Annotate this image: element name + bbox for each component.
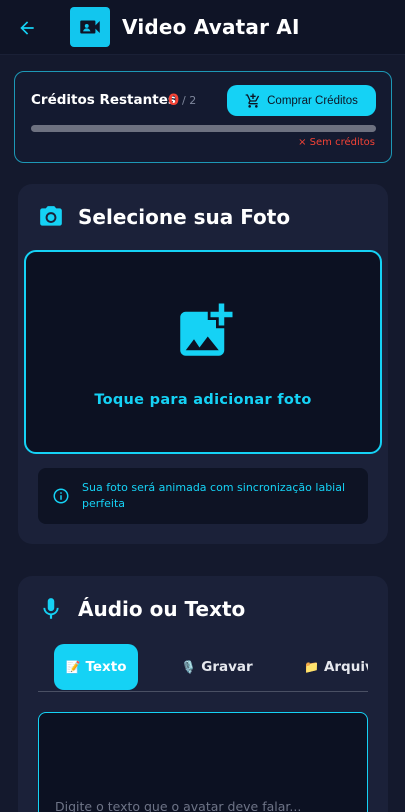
studio-microphone-icon: 🎙️	[181, 660, 197, 674]
audio-input-tabs: 📝 Texto 🎙️ Gravar 📁 Arquivo	[38, 644, 368, 692]
photo-info-text: Sua foto será animada com sincronização …	[82, 481, 346, 510]
microphone-icon	[43, 598, 59, 619]
tab-arquivo[interactable]: 📁 Arquivo	[300, 644, 368, 690]
photo-section-title: Selecione sua Foto	[78, 205, 291, 229]
photo-dropzone[interactable]: Toque para adicionar foto	[24, 250, 382, 454]
buy-credits-label: Comprar Créditos	[267, 94, 358, 107]
back-button[interactable]	[14, 15, 40, 41]
dropzone-label: Toque para adicionar foto	[94, 392, 312, 408]
credits-remaining: 0	[168, 90, 180, 109]
no-credits-status: × Sem créditos	[298, 137, 375, 148]
photo-info-box: Sua foto será animada com sincronização …	[38, 468, 368, 524]
audio-section: Áudio ou Texto 📝 Texto 🎙️ Gravar 📁 Arqui…	[18, 576, 388, 812]
buy-credits-button[interactable]: Comprar Créditos	[227, 85, 376, 116]
photo-section-header: Selecione sua Foto	[38, 204, 290, 230]
audio-section-title: Áudio ou Texto	[78, 597, 246, 621]
info-icon	[53, 488, 69, 504]
avatar-text-input[interactable]: Digite o texto que o avatar deve falar..…	[38, 712, 368, 812]
memo-icon: 📝	[65, 660, 81, 674]
credits-progress-bar	[31, 125, 376, 132]
videocam-icon	[80, 20, 100, 34]
camera-icon	[40, 206, 62, 226]
app-title: Video Avatar AI	[122, 15, 300, 39]
audio-section-header: Áudio ou Texto	[38, 596, 245, 622]
credits-label: Créditos Restantes	[31, 92, 176, 108]
app-logo	[70, 7, 110, 47]
credits-total: / 2	[182, 94, 197, 107]
tab-label: Texto	[85, 659, 127, 675]
tab-gravar[interactable]: 🎙️ Gravar	[172, 644, 262, 690]
tab-label: Gravar	[201, 659, 253, 675]
folder-icon: 📁	[304, 660, 319, 674]
app-bar: Video Avatar AI	[0, 0, 405, 55]
text-input-placeholder: Digite o texto que o avatar deve falar..…	[55, 799, 302, 812]
arrow-left-icon	[20, 21, 34, 35]
tab-label: Arquivo	[323, 659, 368, 675]
photo-section: Selecione sua Foto Toque para adicionar …	[18, 184, 388, 544]
cart-add-icon	[245, 93, 260, 108]
add-photo-icon	[180, 303, 233, 356]
credits-card: Créditos Restantes 0 / 2 Comprar Crédito…	[14, 71, 392, 163]
tab-texto[interactable]: 📝 Texto	[54, 644, 138, 690]
